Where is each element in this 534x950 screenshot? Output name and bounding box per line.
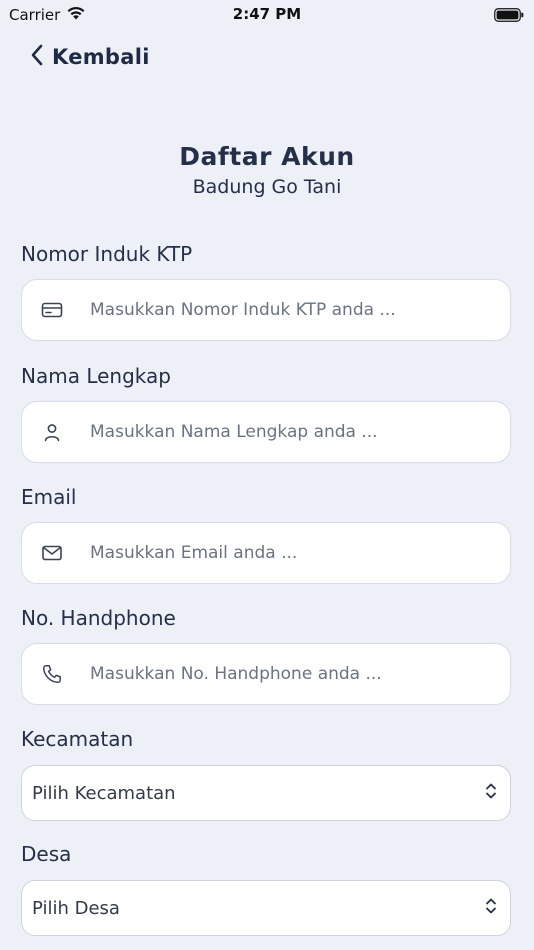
kecamatan-selected: Pilih Kecamatan	[32, 782, 176, 804]
status-bar: Carrier 2:47 PM	[0, 0, 534, 28]
id-card-icon	[24, 301, 80, 319]
chevron-left-icon	[30, 44, 44, 70]
desa-label: Desa	[21, 842, 72, 866]
desa-selected: Pilih Desa	[32, 897, 120, 919]
name-field[interactable]	[21, 401, 511, 463]
desa-select[interactable]: Pilih Desa	[21, 880, 511, 936]
phone-icon	[24, 663, 80, 685]
email-label: Email	[21, 485, 77, 509]
battery-icon	[494, 7, 524, 26]
email-input[interactable]	[88, 542, 492, 564]
back-label: Kembali	[52, 45, 150, 69]
kecamatan-select[interactable]: Pilih Kecamatan	[21, 765, 511, 821]
mail-icon	[24, 544, 80, 562]
page-title: Daftar Akun	[179, 142, 355, 171]
name-input[interactable]	[88, 421, 492, 443]
ktp-input[interactable]	[88, 299, 492, 321]
back-button[interactable]: Kembali	[30, 42, 150, 72]
phone-field[interactable]	[21, 643, 511, 705]
ktp-field[interactable]	[21, 279, 511, 341]
register-screen: Carrier 2:47 PM Kembali Daftar Akun Badu…	[0, 0, 534, 950]
user-icon	[24, 422, 80, 442]
name-label: Nama Lengkap	[21, 364, 171, 388]
phone-input[interactable]	[88, 663, 492, 685]
kecamatan-label: Kecamatan	[21, 727, 134, 751]
phone-label: No. Handphone	[21, 606, 176, 630]
chevron-up-down-icon	[484, 781, 498, 805]
email-field[interactable]	[21, 522, 511, 584]
ktp-label: Nomor Induk KTP	[21, 242, 193, 266]
page-subtitle: Badung Go Tani	[192, 176, 342, 198]
status-time: 2:47 PM	[232, 5, 302, 23]
chevron-up-down-icon	[484, 896, 498, 920]
